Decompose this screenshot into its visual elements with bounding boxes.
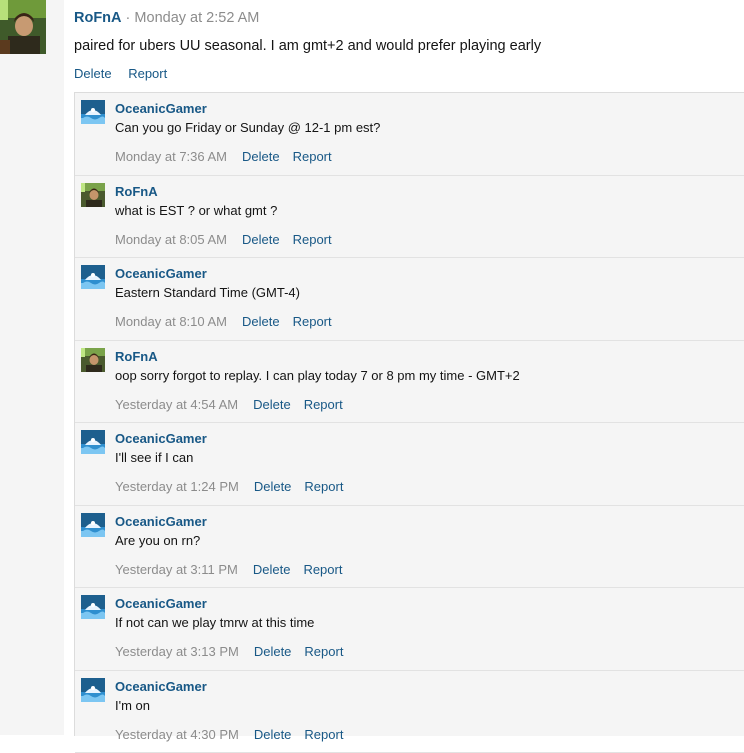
delete-button[interactable]: Delete — [253, 562, 291, 577]
avatar[interactable] — [81, 513, 105, 537]
comment-timestamp[interactable]: Yesterday at 4:54 AM — [115, 397, 238, 412]
delete-button[interactable]: Delete — [254, 644, 292, 659]
comment-message: Can you go Friday or Sunday @ 12-1 pm es… — [115, 120, 380, 136]
delete-button[interactable]: Delete — [254, 727, 292, 742]
comment-message: oop sorry forgot to replay. I can play t… — [115, 368, 520, 384]
comment-message: what is EST ? or what gmt ? — [115, 203, 277, 219]
list-item: RoFnA what is EST ? or what gmt ? Monday… — [75, 176, 744, 259]
list-item: OceanicGamer Eastern Standard Time (GMT-… — [75, 258, 744, 341]
report-button[interactable]: Report — [293, 314, 332, 329]
ocean-logo-icon — [81, 265, 105, 289]
delete-button[interactable]: Delete — [242, 149, 280, 164]
comment-timestamp[interactable]: Monday at 8:05 AM — [115, 232, 227, 247]
report-button[interactable]: Report — [304, 479, 343, 494]
post-message: paired for ubers UU seasonal. I am gmt+2… — [74, 37, 541, 55]
list-item: OceanicGamer I'm on Yesterday at 4:30 PM… — [75, 671, 744, 753]
header-separator: · — [126, 10, 131, 26]
comment-meta: Yesterday at 1:24 PM Delete Report — [115, 479, 343, 495]
comment-meta: Monday at 8:05 AM Delete Report — [115, 232, 332, 248]
comment-author[interactable]: OceanicGamer — [115, 101, 207, 117]
report-button[interactable]: Report — [304, 727, 343, 742]
list-item: OceanicGamer I'll see if I can Yesterday… — [75, 423, 744, 506]
comment-message: I'll see if I can — [115, 450, 193, 466]
comment-meta: Yesterday at 4:54 AM Delete Report — [115, 397, 343, 413]
delete-button[interactable]: Delete — [242, 232, 280, 247]
list-item: OceanicGamer Are you on rn? Yesterday at… — [75, 506, 744, 589]
ocean-logo-icon — [81, 513, 105, 537]
comment-meta: Yesterday at 3:11 PM Delete Report — [115, 562, 342, 578]
list-item: OceanicGamer If not can we play tmrw at … — [75, 588, 744, 671]
user-photo-icon — [81, 183, 105, 207]
comment-author[interactable]: OceanicGamer — [115, 431, 207, 447]
comment-author[interactable]: OceanicGamer — [115, 514, 207, 530]
comment-author[interactable]: OceanicGamer — [115, 596, 207, 612]
report-button[interactable]: Report — [303, 562, 342, 577]
delete-button[interactable]: Delete — [242, 314, 280, 329]
ocean-logo-icon — [81, 100, 105, 124]
delete-button[interactable]: Delete — [74, 66, 112, 81]
comment-timestamp[interactable]: Yesterday at 3:11 PM — [115, 562, 238, 577]
comment-timestamp[interactable]: Yesterday at 4:30 PM — [115, 727, 239, 742]
avatar[interactable] — [81, 183, 105, 207]
user-photo-icon — [0, 0, 46, 54]
comment-message: Are you on rn? — [115, 533, 200, 549]
post-actions: Delete Report — [74, 66, 167, 82]
post-header: RoFnA · Monday at 2:52 AM — [74, 9, 259, 27]
delete-button[interactable]: Delete — [254, 479, 292, 494]
comment-author[interactable]: OceanicGamer — [115, 266, 207, 282]
delete-button[interactable]: Delete — [253, 397, 291, 412]
post-author[interactable]: RoFnA — [74, 10, 122, 26]
avatar[interactable] — [81, 595, 105, 619]
comment-list: OceanicGamer Can you go Friday or Sunday… — [74, 92, 744, 736]
comment-meta: Monday at 7:36 AM Delete Report — [115, 149, 332, 165]
comment-message: I'm on — [115, 698, 150, 714]
comment-author[interactable]: RoFnA — [115, 184, 158, 200]
comment-timestamp[interactable]: Yesterday at 1:24 PM — [115, 479, 239, 494]
comment-author[interactable]: OceanicGamer — [115, 679, 207, 695]
report-button[interactable]: Report — [293, 149, 332, 164]
list-item: OceanicGamer Can you go Friday or Sunday… — [75, 93, 744, 176]
ocean-logo-icon — [81, 430, 105, 454]
comment-author[interactable]: RoFnA — [115, 349, 158, 365]
left-gutter — [0, 0, 64, 735]
list-item: RoFnA oop sorry forgot to replay. I can … — [75, 341, 744, 424]
ocean-logo-icon — [81, 595, 105, 619]
user-photo-icon — [81, 348, 105, 372]
post-timestamp[interactable]: Monday at 2:52 AM — [134, 10, 259, 26]
comment-timestamp[interactable]: Yesterday at 3:13 PM — [115, 644, 239, 659]
report-button[interactable]: Report — [304, 397, 343, 412]
avatar[interactable] — [81, 430, 105, 454]
ocean-logo-icon — [81, 678, 105, 702]
comment-message: If not can we play tmrw at this time — [115, 615, 314, 631]
comment-message: Eastern Standard Time (GMT-4) — [115, 285, 300, 301]
avatar[interactable] — [0, 0, 46, 54]
comment-meta: Monday at 8:10 AM Delete Report — [115, 314, 332, 330]
comment-meta: Yesterday at 3:13 PM Delete Report — [115, 644, 343, 660]
report-button[interactable]: Report — [293, 232, 332, 247]
avatar[interactable] — [81, 265, 105, 289]
comment-timestamp[interactable]: Monday at 8:10 AM — [115, 314, 227, 329]
report-button[interactable]: Report — [304, 644, 343, 659]
avatar[interactable] — [81, 100, 105, 124]
comment-timestamp[interactable]: Monday at 7:36 AM — [115, 149, 227, 164]
avatar[interactable] — [81, 348, 105, 372]
report-button[interactable]: Report — [128, 66, 167, 81]
avatar[interactable] — [81, 678, 105, 702]
